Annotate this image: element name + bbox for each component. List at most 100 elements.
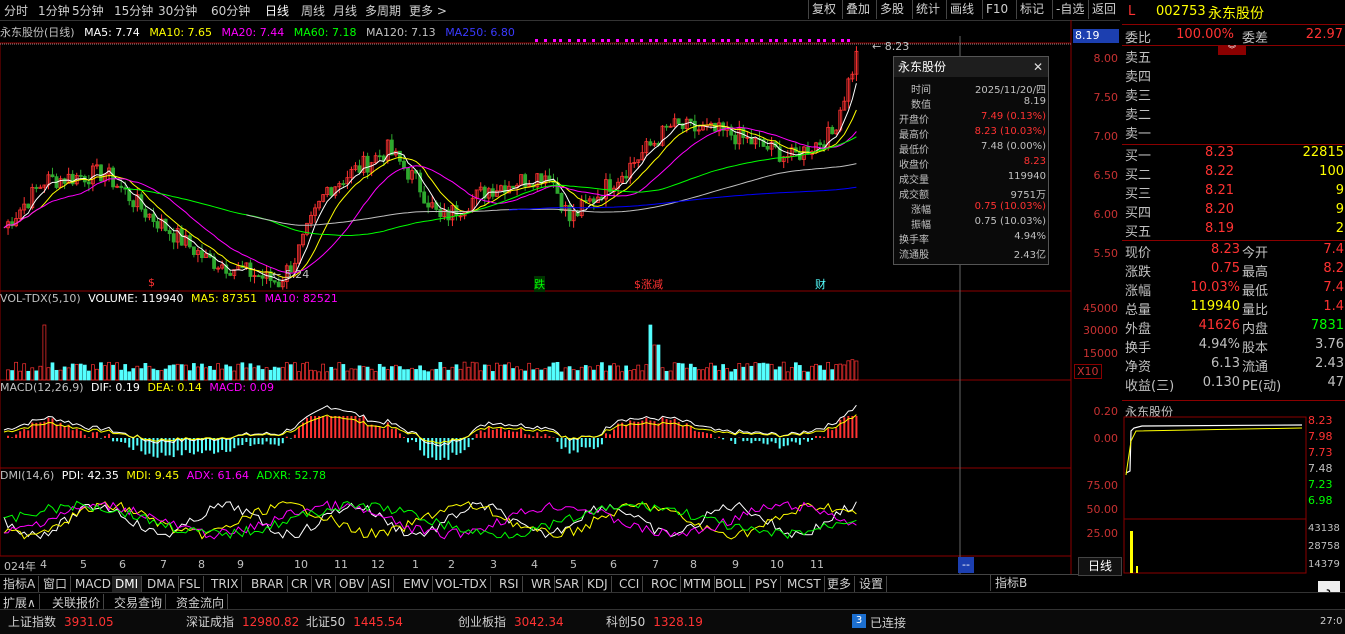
volume-bar — [70, 363, 75, 381]
buy-order-row[interactable]: 买五 8.19 2 — [1122, 221, 1345, 240]
indicator-tab-21[interactable]: BOLL — [712, 576, 750, 592]
period-tab-7[interactable]: 周线 — [301, 2, 325, 19]
period-tab-9[interactable]: 多周期 — [365, 2, 401, 19]
indicator-tab-7[interactable]: BRAR — [248, 576, 288, 592]
volume-bar — [596, 365, 600, 381]
month-label-20: 11 — [810, 558, 824, 571]
toolbar-button-5[interactable]: F10 — [982, 0, 1011, 19]
volume-bar — [721, 364, 725, 381]
volume-bar — [527, 362, 532, 381]
month-label-8: 11 — [334, 558, 348, 571]
volume-bar — [18, 370, 23, 381]
volume-bar — [406, 369, 410, 381]
candle-body — [733, 134, 738, 145]
buy-order-row[interactable]: 买二 8.22 100 — [1122, 164, 1345, 183]
period-tab-3[interactable]: 15分钟 — [114, 2, 153, 19]
toolbar-button-1[interactable]: 叠加 — [842, 0, 873, 19]
indicator-tab-17[interactable]: KDJ — [584, 576, 612, 592]
indicator-tab-0[interactable]: 指标A — [0, 576, 40, 592]
toolbar-button-6[interactable]: 标记 — [1016, 0, 1047, 19]
period-tab-5[interactable]: 60分钟 — [211, 2, 250, 19]
toolbar-button-2[interactable]: 多股 — [876, 0, 907, 19]
index-item[interactable]: 创业板指 3042.34 — [458, 613, 564, 630]
indicator-tab-8[interactable]: CR — [288, 576, 312, 592]
indicator-tab-12[interactable]: EMV — [400, 576, 434, 592]
candle-body — [539, 173, 544, 184]
period-daily-button[interactable]: 日线 — [1078, 557, 1122, 576]
indicator-tab-1[interactable]: 窗口 — [40, 576, 72, 592]
indicator-tab-5[interactable]: FSL — [176, 576, 204, 592]
volume-bar — [196, 366, 200, 381]
period-tab-4[interactable]: 30分钟 — [158, 2, 197, 19]
sell-order-row[interactable]: 卖一 — [1122, 123, 1345, 142]
sell-order-row[interactable]: 卖四 — [1122, 66, 1345, 85]
buy-price: 8.22 — [1205, 164, 1234, 179]
marker-finance[interactable]: 财 — [815, 276, 826, 292]
toolbar-button-7[interactable]: -自选 — [1052, 0, 1087, 19]
indicator-tab-4[interactable]: DMA — [144, 576, 179, 592]
indicator-tab-6[interactable]: TRIX — [208, 576, 243, 592]
toolbar-button-4[interactable]: 画线 — [946, 0, 977, 19]
indicator-tab-3[interactable]: DMI — [112, 576, 143, 592]
period-tab-10[interactable]: 更多 > — [409, 2, 447, 19]
period-tab-0[interactable]: 分时 — [4, 2, 28, 19]
volume-bar — [555, 361, 560, 381]
sell-order-row[interactable]: 卖五 — [1122, 47, 1345, 66]
marker-fall[interactable]: 跌 — [534, 276, 545, 292]
marker-dollar-1[interactable]: $ — [148, 276, 155, 289]
indicator-tab-2[interactable]: MACD — [72, 576, 115, 592]
tooltip-value: 0.75 (10.03%) — [974, 201, 1046, 212]
buy-order-row[interactable]: 买四 8.20 9 — [1122, 202, 1345, 221]
buy-order-row[interactable]: 买三 8.21 9 — [1122, 183, 1345, 202]
mini-axis-label: 8.23 — [1308, 414, 1333, 427]
volume-bar — [54, 369, 59, 381]
indicator-tab-11[interactable]: ASI — [368, 576, 395, 592]
mini-avg-line — [1125, 427, 1303, 476]
indicator-tab-13[interactable]: VOL-TDX — [432, 576, 491, 592]
indicator-b-tab[interactable]: 指标B — [990, 575, 1031, 591]
volume-bar — [103, 365, 107, 381]
candle-body — [676, 118, 681, 125]
connection-status[interactable]: 已连接 — [870, 614, 906, 631]
toolbar-button-8[interactable]: 返回 — [1088, 0, 1119, 19]
indicator-tab-16[interactable]: SAR — [552, 576, 584, 592]
stats-divider — [1122, 240, 1345, 241]
indicator-tab-14[interactable]: RSI — [496, 576, 523, 592]
indicator-tab-18[interactable]: CCI — [616, 576, 644, 592]
indicator-tab-20[interactable]: MTM — [680, 576, 716, 592]
sell-order-row[interactable]: 卖二 — [1122, 104, 1345, 123]
volume-bar — [672, 362, 677, 381]
index-value: 12980.82 — [242, 615, 300, 629]
period-tab-2[interactable]: 5分钟 — [72, 2, 104, 19]
candle-body — [511, 185, 515, 189]
month-label-10: 1 — [412, 558, 419, 571]
macd-axis-label-0: 0.20 — [1093, 405, 1119, 418]
period-tab-1[interactable]: 1分钟 — [38, 2, 70, 19]
period-tab-6[interactable]: 日线 — [265, 2, 289, 19]
index-item[interactable]: 科创50 1328.19 — [606, 613, 703, 630]
stock-name: 永东股份 — [1208, 6, 1264, 22]
toolbar-button-3[interactable]: 统计 — [912, 0, 943, 19]
volume-bar — [713, 365, 717, 381]
indicator-tab-10[interactable]: OBV — [336, 576, 369, 592]
signal-dot — [808, 39, 811, 42]
index-item[interactable]: 北证50 1445.54 — [306, 613, 403, 630]
indicator-tab-19[interactable]: ROC — [648, 576, 682, 592]
toolbar-button-0[interactable]: 复权 — [808, 0, 839, 19]
sell-order-row[interactable]: 卖三 — [1122, 85, 1345, 104]
index-item[interactable]: 深证成指 12980.82 — [186, 613, 299, 630]
close-icon[interactable]: ✕ — [1033, 57, 1043, 77]
indicator-tab-22[interactable]: PSY — [752, 576, 782, 592]
index-item[interactable]: 上证指数 3931.05 — [8, 613, 114, 630]
volume-bar — [305, 361, 309, 381]
scroll-handle[interactable]: -- — [958, 557, 974, 573]
price-axis-label-1: 7.50 — [1093, 91, 1119, 104]
marker-rise-reduce[interactable]: $涨减 — [634, 276, 663, 292]
stat-label: 涨幅 — [1125, 284, 1152, 299]
buy-order-row[interactable]: 买一 8.23 22815 — [1122, 145, 1345, 164]
indicator-tab-24[interactable]: 更多 — [824, 576, 856, 592]
period-tab-8[interactable]: 月线 — [333, 2, 357, 19]
indicator-tab-9[interactable]: VR — [312, 576, 336, 592]
indicator-tab-23[interactable]: MCST — [784, 576, 825, 592]
indicator-tab-25[interactable]: 设置 — [856, 576, 888, 592]
